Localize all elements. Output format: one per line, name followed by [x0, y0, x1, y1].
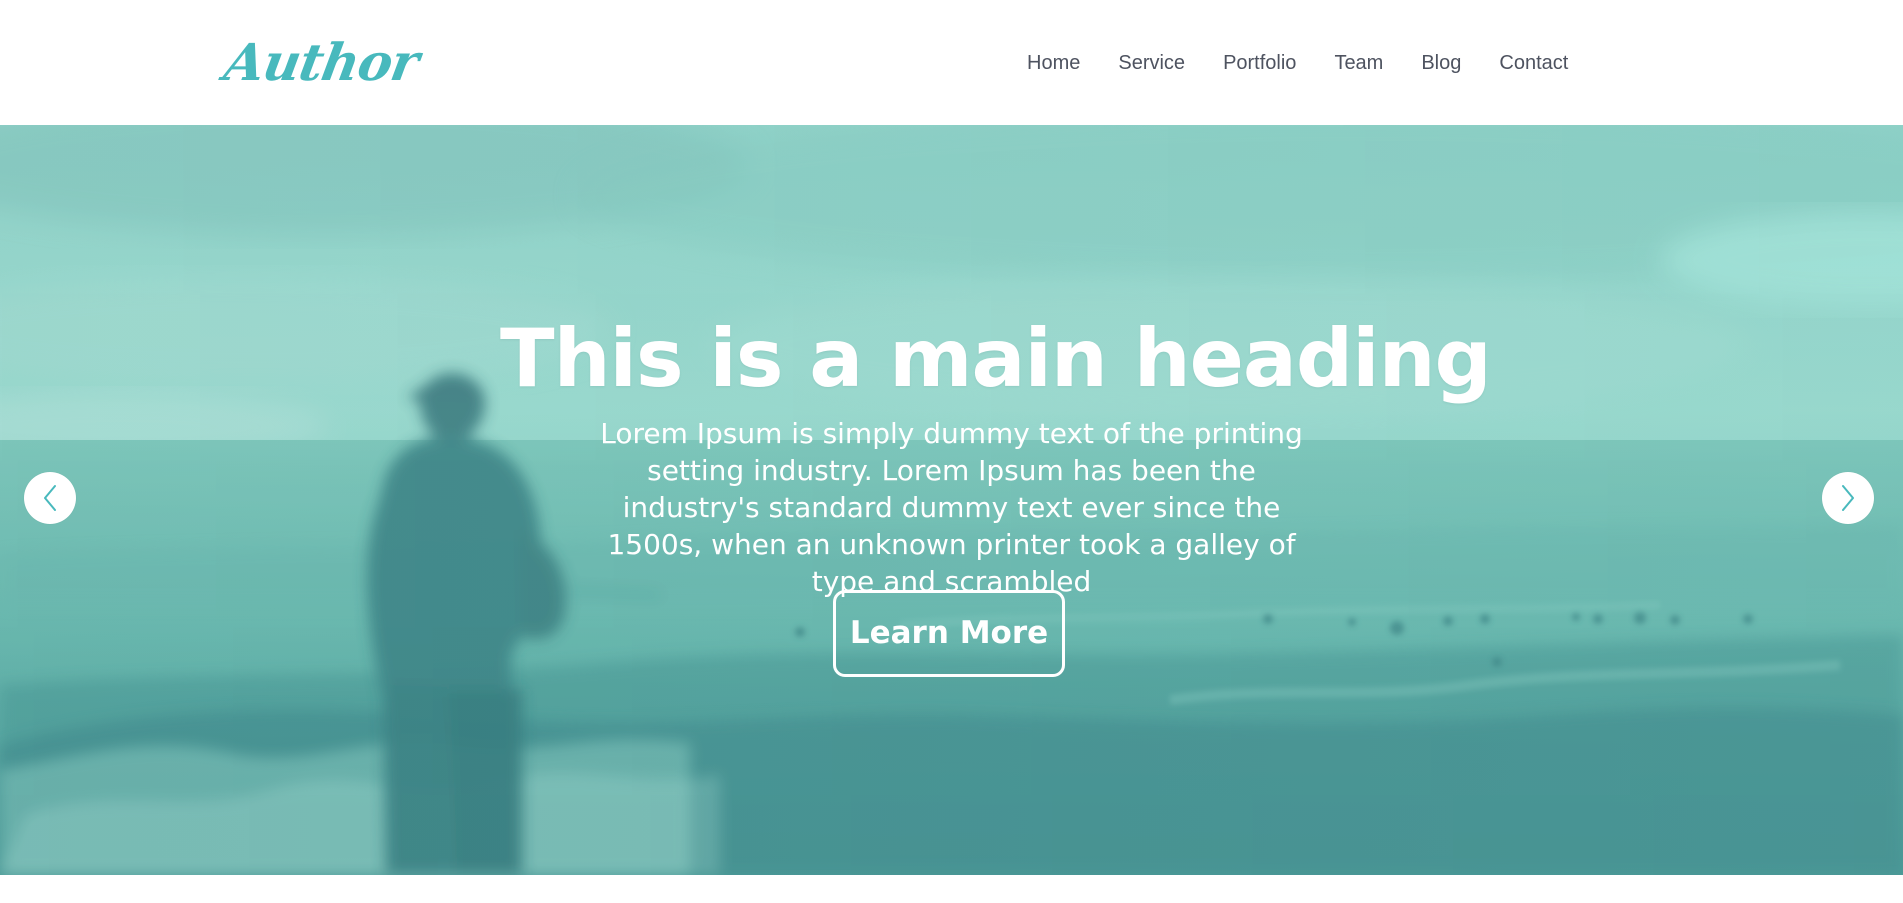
- nav-home-link[interactable]: Home: [1027, 50, 1080, 76]
- nav-portfolio-link[interactable]: Portfolio: [1223, 50, 1296, 76]
- nav-team-link[interactable]: Team: [1334, 50, 1383, 76]
- chevron-left-icon: [44, 485, 56, 511]
- next-slide-button[interactable]: [1822, 472, 1874, 524]
- hero-content: This is a main heading Lorem Ipsum is si…: [0, 125, 1903, 875]
- site-header: Author Home Service Portfolio Team Blog …: [0, 0, 1903, 125]
- hero-slider: This is a main heading Lorem Ipsum is si…: [0, 125, 1903, 875]
- nav-blog-link[interactable]: Blog: [1421, 50, 1461, 76]
- learn-more-button[interactable]: Learn More: [833, 590, 1065, 677]
- main-navigation: Home Service Portfolio Team Blog Contact: [1027, 50, 1568, 76]
- hero-description: Lorem Ipsum is simply dummy text of the …: [600, 417, 1303, 598]
- nav-contact-link[interactable]: Contact: [1499, 50, 1568, 76]
- nav-service-link[interactable]: Service: [1118, 50, 1185, 76]
- chevron-right-icon: [1842, 485, 1854, 511]
- author-logo[interactable]: Author: [219, 28, 424, 98]
- landing-page: Author Home Service Portfolio Team Blog …: [0, 0, 1903, 903]
- hero-heading: This is a main heading: [500, 312, 1492, 405]
- previous-slide-button[interactable]: [24, 472, 76, 524]
